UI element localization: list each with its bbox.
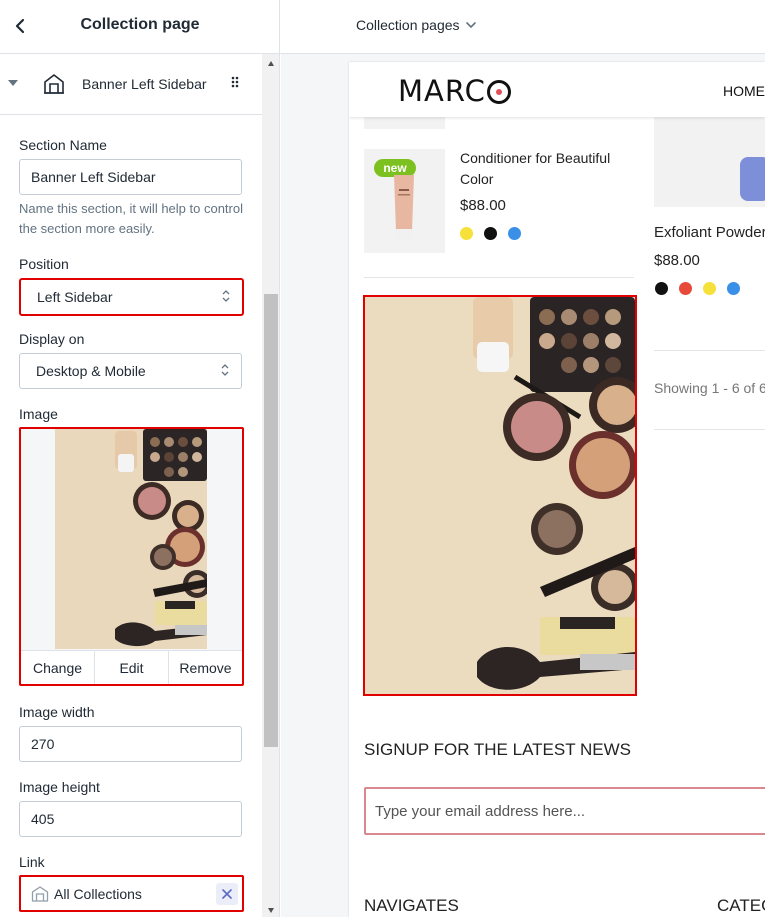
display-on-select[interactable]: Desktop & Mobile (19, 353, 242, 389)
editor-header: Collection page (0, 0, 279, 54)
image-remove-button[interactable]: Remove (169, 651, 242, 684)
product-swatches (460, 227, 521, 240)
swatch-black[interactable] (484, 227, 497, 240)
store-preview: MARC HOME new Conditioner for Beautiful … (349, 62, 765, 917)
image-picker: Change Edit Remove (19, 427, 244, 686)
page-picker-label: Collection pages (356, 17, 460, 33)
previous-product-thumb[interactable] (364, 117, 445, 129)
link-value: All Collections (54, 886, 142, 902)
logo-o-mark (486, 80, 511, 104)
swatch-blue[interactable] (508, 227, 521, 240)
product-thumbnail[interactable]: new (364, 149, 445, 253)
position-value: Left Sidebar (37, 289, 113, 305)
chevron-down-icon (465, 21, 476, 28)
swatch-yellow[interactable] (703, 282, 716, 295)
link-remove-button[interactable] (216, 883, 238, 905)
scrollbar-thumb[interactable] (264, 294, 278, 747)
side-product-image[interactable] (654, 117, 765, 207)
image-height-label: Image height (19, 779, 100, 795)
display-on-label: Display on (19, 331, 85, 347)
section-row-banner[interactable]: Banner Left Sidebar (0, 54, 262, 115)
side-divider (654, 429, 765, 430)
caret-down-icon[interactable] (8, 80, 18, 86)
page-type-picker[interactable]: Collection pages (356, 17, 476, 33)
side-product-swatches (655, 282, 740, 295)
image-height-input[interactable]: 405 (19, 801, 242, 837)
image-actions-bar: Change Edit Remove (21, 650, 242, 684)
section-name-hint: Name this section, it will help to contr… (19, 201, 243, 236)
product-price: $88.00 (460, 197, 506, 214)
display-on-value: Desktop & Mobile (36, 363, 146, 379)
swatch-blue[interactable] (727, 282, 740, 295)
select-arrows-icon (222, 290, 230, 302)
sidebar-scrollbar[interactable] (262, 54, 279, 917)
section-name-input[interactable]: Banner Left Sidebar (19, 159, 242, 195)
close-icon (222, 889, 232, 899)
section-name-label: Section Name (19, 137, 107, 153)
side-divider (654, 350, 765, 351)
collection-icon (31, 886, 49, 902)
pagination-count: Showing 1 - 6 of 6 (654, 380, 765, 396)
image-change-button[interactable]: Change (21, 651, 95, 684)
banner-image (365, 297, 635, 694)
newsletter-title: SIGNUP FOR THE LATEST NEWS (364, 740, 632, 759)
side-product-name[interactable]: Exfoliant Powder (654, 224, 765, 241)
drag-handle-icon[interactable] (231, 76, 239, 88)
section-row-label: Banner Left Sidebar (82, 76, 207, 92)
select-arrows-icon (221, 364, 229, 376)
image-width-label: Image width (19, 704, 95, 720)
image-width-input[interactable]: 270 (19, 726, 242, 762)
position-select[interactable]: Left Sidebar (19, 278, 244, 316)
swatch-black[interactable] (655, 282, 668, 295)
image-thumbnail (55, 429, 207, 649)
position-label: Position (19, 256, 69, 272)
nav-home-link[interactable]: HOME (723, 83, 765, 99)
footer-navigates-heading: NAVIGATES (364, 896, 459, 915)
logo-text: MARC (398, 74, 486, 108)
editor-sidebar: Collection page Banner Left Sidebar Sect… (0, 0, 280, 917)
side-product-price: $88.00 (654, 252, 700, 269)
sidebar-banner[interactable] (363, 295, 637, 696)
link-label: Link (19, 854, 45, 870)
footer-categories-heading: CATEG (717, 896, 765, 915)
product-name[interactable]: Conditioner for Beautiful Color (460, 148, 630, 190)
image-edit-button[interactable]: Edit (95, 651, 169, 684)
link-field[interactable]: All Collections (19, 875, 244, 912)
product-divider (364, 277, 634, 278)
swatch-yellow[interactable] (460, 227, 473, 240)
store-logo[interactable]: MARC (398, 74, 511, 108)
panel-title: Collection page (80, 16, 200, 33)
product-image (394, 175, 414, 241)
image-label: Image (19, 406, 58, 422)
scroll-down-arrow[interactable] (268, 908, 274, 913)
store-header: MARC HOME (349, 62, 765, 117)
swatch-red[interactable] (679, 282, 692, 295)
scroll-up-arrow[interactable] (268, 61, 274, 66)
preview-top-bar: Collection pages (280, 0, 765, 54)
section-icon (44, 74, 64, 94)
newsletter-email-input[interactable]: Type your email address here... (364, 787, 765, 835)
